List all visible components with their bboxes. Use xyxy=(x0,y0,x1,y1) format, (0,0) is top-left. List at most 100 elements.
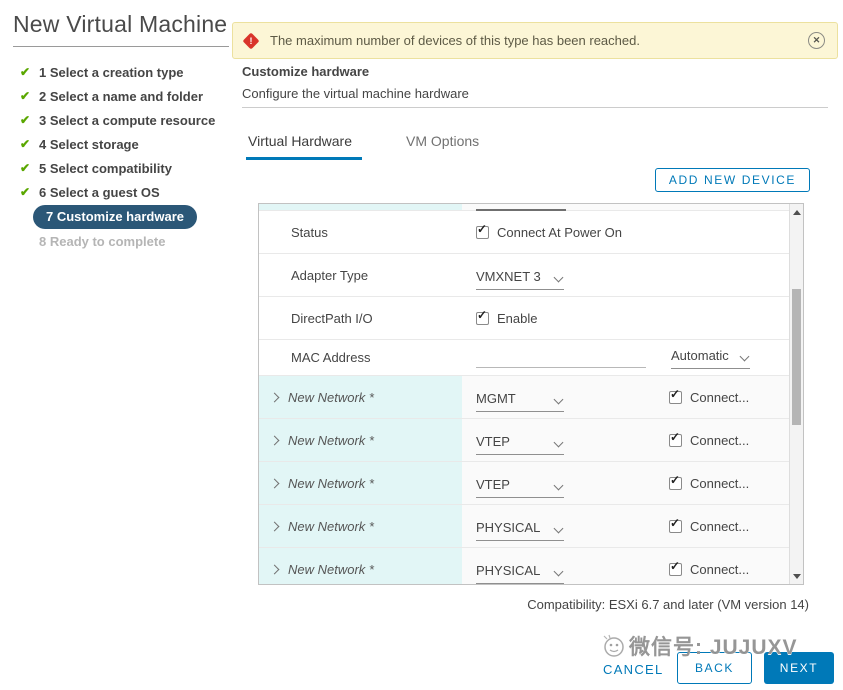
step-select-compatibility[interactable]: ✔ 5 Select compatibility xyxy=(20,156,238,180)
adapter-type-value: VMXNET 3 xyxy=(476,268,541,284)
network-content-cell: MGMT ✓ Connect... xyxy=(462,376,789,418)
mac-content-cell: Automatic xyxy=(462,340,789,375)
network-row-expander[interactable]: New Network * xyxy=(259,376,462,418)
chevron-down-icon xyxy=(553,437,564,447)
mac-mode-value: Automatic xyxy=(671,348,729,363)
network-value: MGMT xyxy=(476,390,516,406)
back-button[interactable]: BACK xyxy=(677,652,752,684)
connect-at-power-on-checkbox[interactable]: ✓ xyxy=(476,221,489,239)
close-glyph: ✕ xyxy=(812,35,821,45)
connect-at-power-on-label: Connect At Power On xyxy=(497,224,623,240)
chevron-down-icon xyxy=(553,394,564,404)
chevron-down-icon xyxy=(553,480,564,490)
hardware-tabs: Virtual Hardware VM Options xyxy=(246,133,481,160)
table-row-network-1: New Network * MGMT ✓ Connect... xyxy=(259,376,789,419)
warning-message: The maximum number of devices of this ty… xyxy=(270,33,640,48)
checkbox-check-icon: ✓ xyxy=(670,558,681,573)
step-select-name-folder[interactable]: ✔ 2 Select a name and folder xyxy=(20,84,238,108)
step-label: 6 Select a guest OS xyxy=(39,184,160,200)
cancel-button[interactable]: CANCEL xyxy=(597,661,670,678)
clipped-label-cell xyxy=(259,204,462,210)
chevron-right-icon xyxy=(269,521,280,531)
hardware-table: Status ✓ Connect At Power On Adapter Typ… xyxy=(258,203,804,585)
table-row-network-5: New Network * PHYSICAL ✓ Connect... xyxy=(259,548,789,584)
warning-icon: ! xyxy=(242,32,260,49)
network-row-expander[interactable]: New Network * xyxy=(259,548,462,584)
chevron-right-icon xyxy=(269,435,280,445)
network-content-cell: VTEP ✓ Connect... xyxy=(462,462,789,504)
checkbox-check-icon: ✓ xyxy=(477,221,488,236)
connect-group: ✓ Connect... xyxy=(669,462,749,504)
table-scrollbar[interactable] xyxy=(789,204,803,584)
chevron-down-icon xyxy=(553,523,564,533)
check-icon: ✔ xyxy=(20,89,31,103)
connect-checkbox[interactable]: ✓ xyxy=(669,474,682,490)
network-content-cell: PHYSICAL ✓ Connect... xyxy=(462,505,789,547)
checkbox-check-icon: ✓ xyxy=(477,307,488,322)
scroll-up-icon[interactable] xyxy=(790,205,803,219)
network-row-label: New Network * xyxy=(288,475,374,491)
tab-vm-options[interactable]: VM Options xyxy=(404,133,481,160)
table-row-adapter-type: Adapter Type VMXNET 3 xyxy=(259,254,789,297)
network-row-label: New Network * xyxy=(288,389,374,405)
step-select-guest-os[interactable]: ✔ 6 Select a guest OS xyxy=(20,180,238,204)
step-label: 8 Ready to complete xyxy=(39,233,166,249)
wizard-steps: ✔ 1 Select a creation type ✔ 2 Select a … xyxy=(20,60,238,253)
table-row-network-4: New Network * PHYSICAL ✓ Connect... xyxy=(259,505,789,548)
connect-checkbox[interactable]: ✓ xyxy=(669,386,682,404)
step-select-storage[interactable]: ✔ 4 Select storage xyxy=(20,132,238,156)
mac-mode-select[interactable]: Automatic xyxy=(671,348,750,369)
connect-group: ✓ Connect... xyxy=(669,419,749,461)
table-row-network-3: New Network * VTEP ✓ Connect... xyxy=(259,462,789,505)
chevron-down-icon xyxy=(553,272,564,282)
connect-group: ✓ Connect... xyxy=(669,548,749,584)
chevron-down-icon xyxy=(553,566,564,576)
chevron-right-icon xyxy=(269,392,280,402)
warning-banner: ! The maximum number of devices of this … xyxy=(232,22,838,59)
network-row-expander[interactable]: New Network * xyxy=(259,505,462,547)
table-row-mac-address: MAC Address Automatic xyxy=(259,340,789,376)
chevron-right-icon xyxy=(269,564,280,574)
new-vm-wizard-dialog: New Virtual Machine ! The maximum number… xyxy=(0,0,843,690)
mac-address-input[interactable] xyxy=(476,367,646,368)
network-select[interactable]: PHYSICAL xyxy=(476,563,564,584)
network-row-expander[interactable]: New Network * xyxy=(259,419,462,461)
scroll-down-icon[interactable] xyxy=(790,569,803,583)
network-select[interactable]: VTEP xyxy=(476,434,564,455)
scrollbar-thumb[interactable] xyxy=(792,289,801,425)
network-value: PHYSICAL xyxy=(476,519,541,535)
warning-glyph: ! xyxy=(249,35,253,45)
tab-virtual-hardware[interactable]: Virtual Hardware xyxy=(246,133,363,160)
network-select[interactable]: MGMT xyxy=(476,391,564,412)
directpath-content-cell: ✓ Enable xyxy=(462,297,789,339)
network-row-label: New Network * xyxy=(288,518,374,534)
step-label: 1 Select a creation type xyxy=(39,64,184,80)
check-icon: ✔ xyxy=(20,113,31,127)
connect-checkbox[interactable]: ✓ xyxy=(669,431,682,447)
checkbox-check-icon: ✓ xyxy=(670,386,681,401)
check-icon: ✔ xyxy=(20,161,31,175)
row-label-status: Status xyxy=(291,224,328,240)
connect-group: ✓ Connect... xyxy=(669,505,749,547)
step-select-compute-resource[interactable]: ✔ 3 Select a compute resource xyxy=(20,108,238,132)
step-customize-hardware-active[interactable]: 7 Customize hardware xyxy=(20,204,238,229)
network-row-expander[interactable]: New Network * xyxy=(259,462,462,504)
connect-checkbox[interactable]: ✓ xyxy=(669,558,682,576)
page-title: New Virtual Machine xyxy=(13,11,228,37)
next-button[interactable]: NEXT xyxy=(764,652,834,684)
table-row-network-2: New Network * VTEP ✓ Connect... xyxy=(259,419,789,462)
adapter-content-cell: VMXNET 3 xyxy=(462,254,789,296)
step-select-creation-type[interactable]: ✔ 1 Select a creation type xyxy=(20,60,238,84)
add-new-device-button[interactable]: ADD NEW DEVICE xyxy=(654,168,810,192)
close-icon[interactable]: ✕ xyxy=(808,32,825,49)
active-step-badge: 7 Customize hardware xyxy=(33,204,197,229)
network-select[interactable]: PHYSICAL xyxy=(476,520,564,541)
network-select[interactable]: VTEP xyxy=(476,477,564,498)
adapter-type-select[interactable]: VMXNET 3 xyxy=(476,269,564,290)
check-icon: ✔ xyxy=(20,137,31,151)
panel-subtitle: Configure the virtual machine hardware xyxy=(242,86,469,101)
directpath-enable-checkbox[interactable]: ✓ xyxy=(476,307,489,325)
network-value: VTEP xyxy=(476,476,510,492)
network-row-label: New Network * xyxy=(288,561,374,577)
connect-checkbox[interactable]: ✓ xyxy=(669,517,682,533)
